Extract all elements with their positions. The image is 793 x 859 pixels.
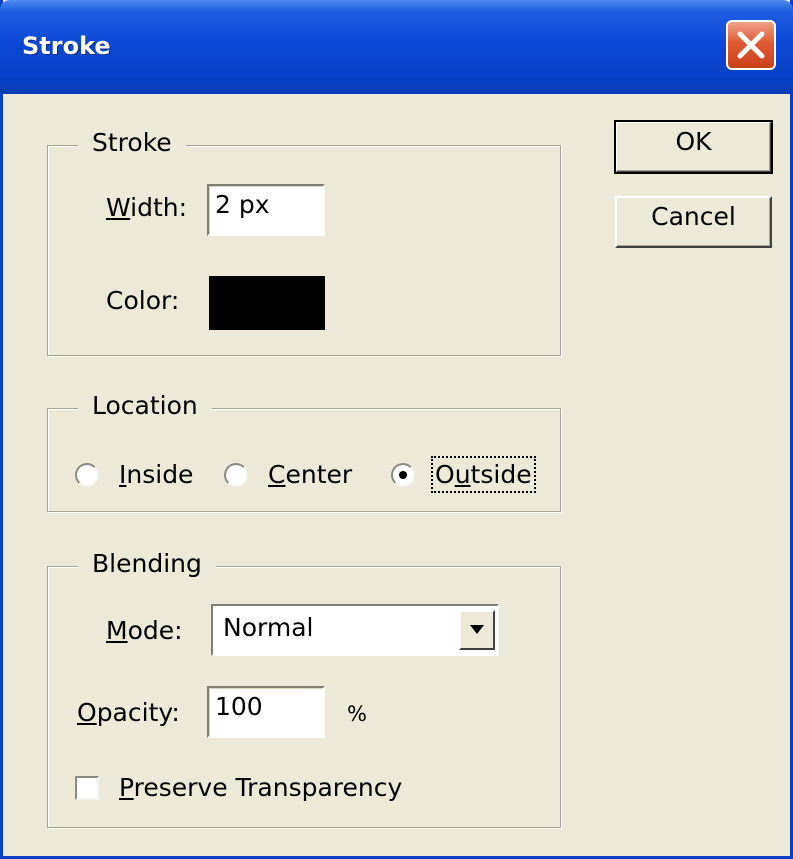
opacity-input[interactable]: 100 bbox=[207, 686, 325, 738]
color-swatch[interactable] bbox=[207, 274, 327, 332]
opacity-unit: % bbox=[347, 702, 367, 726]
inside-label[interactable]: Inside bbox=[119, 460, 193, 489]
color-label: Color: bbox=[106, 286, 180, 315]
mode-dropdown-button[interactable] bbox=[459, 610, 495, 650]
mode-value: Normal bbox=[223, 613, 314, 642]
width-label-rest: idth: bbox=[130, 193, 188, 222]
mode-select[interactable]: Normal bbox=[211, 604, 499, 656]
ok-button[interactable]: OK bbox=[614, 120, 773, 174]
location-group-legend: Location bbox=[78, 391, 212, 420]
opacity-label: Opacity: bbox=[77, 698, 180, 727]
width-input[interactable]: 2 px bbox=[207, 184, 325, 236]
close-button[interactable] bbox=[726, 20, 776, 70]
center-label[interactable]: Center bbox=[268, 460, 352, 489]
radio-selected-dot bbox=[399, 471, 407, 479]
preserve-transparency-checkbox[interactable] bbox=[75, 776, 99, 800]
outside-label[interactable]: Outside bbox=[431, 456, 536, 493]
window-title: Stroke bbox=[22, 32, 111, 60]
stroke-dialog: Stroke Stroke Width: 2 px Color: Locatio… bbox=[0, 0, 793, 859]
mode-label: Mode: bbox=[106, 616, 183, 645]
chevron-down-icon bbox=[470, 625, 484, 634]
inside-radio[interactable] bbox=[75, 463, 99, 487]
outside-radio[interactable] bbox=[391, 463, 415, 487]
close-icon bbox=[737, 31, 765, 59]
dialog-body: Stroke Width: 2 px Color: Location Insid… bbox=[3, 94, 790, 856]
width-label: Width: bbox=[106, 193, 188, 222]
title-bar[interactable]: Stroke bbox=[0, 0, 793, 94]
stroke-group-legend: Stroke bbox=[78, 128, 186, 157]
center-radio[interactable] bbox=[224, 463, 248, 487]
blending-group-legend: Blending bbox=[78, 549, 216, 578]
preserve-transparency-label[interactable]: Preserve Transparency bbox=[119, 773, 402, 802]
cancel-button[interactable]: Cancel bbox=[615, 196, 772, 248]
